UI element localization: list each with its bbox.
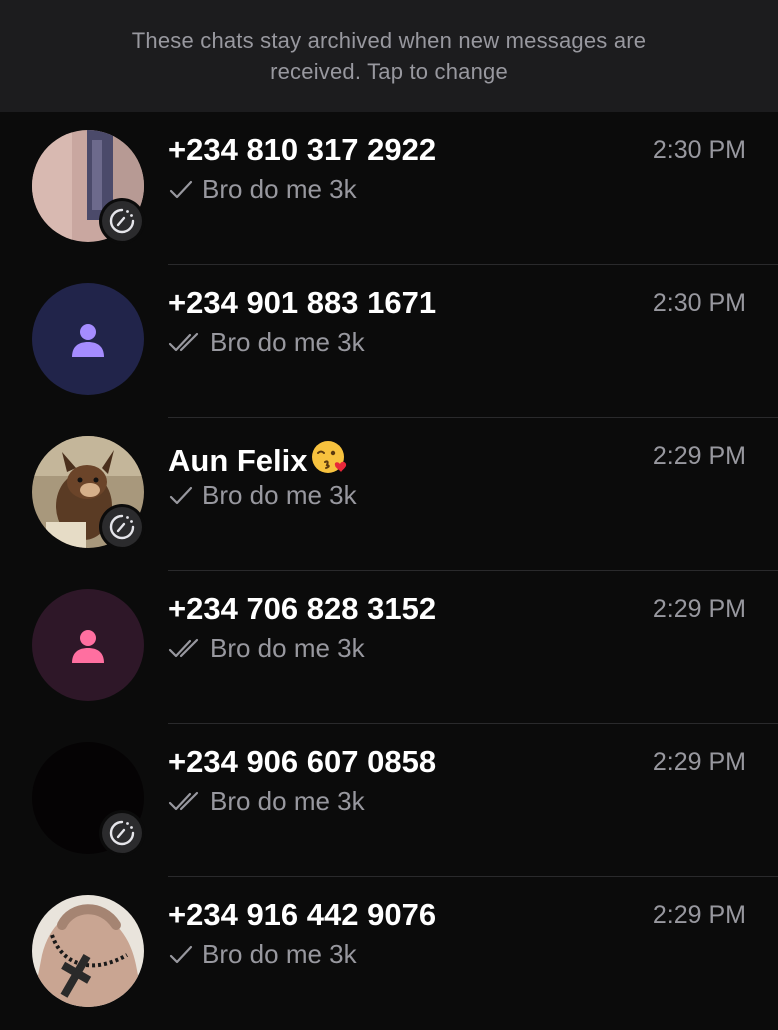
chat-preview-text: Bro do me 3k	[210, 633, 365, 663]
chat-time: 2:29 PM	[652, 442, 746, 470]
chat-name: +234 906 607 0858	[168, 744, 437, 779]
kissing-face-emoji-icon	[310, 438, 348, 484]
avatar	[32, 895, 144, 1007]
archive-info-text: These chats stay archived when new messa…	[131, 28, 647, 84]
chat-preview: Bro do me 3k	[168, 786, 365, 817]
chat-preview-text: Bro do me 3k	[202, 480, 357, 510]
chat-row[interactable]: +234 810 317 2922 2:30 PM Bro do me 3k	[0, 112, 778, 265]
archive-info-banner[interactable]: These chats stay archived when new messa…	[0, 0, 778, 112]
person-icon	[72, 630, 104, 663]
chat-name: +234 810 317 2922	[168, 132, 437, 167]
single-check-icon	[168, 179, 194, 201]
status-icon	[99, 504, 145, 550]
person-icon	[72, 324, 104, 357]
chat-preview-text: Bro do me 3k	[210, 327, 365, 357]
chat-preview: Bro do me 3k	[168, 633, 365, 664]
avatar	[32, 589, 144, 701]
single-check-icon	[168, 944, 194, 966]
double-check-icon	[168, 791, 202, 813]
chat-row[interactable]: +234 706 828 3152 2:29 PM Bro do me 3k	[0, 571, 778, 724]
chat-time: 2:30 PM	[652, 136, 746, 164]
chat-preview: Bro do me 3k	[168, 480, 357, 511]
status-icon	[99, 810, 145, 856]
single-check-icon	[168, 485, 194, 507]
chat-preview: Bro do me 3k	[168, 939, 357, 970]
chat-list: +234 810 317 2922 2:30 PM Bro do me 3k +…	[0, 112, 778, 1030]
chat-preview-text: Bro do me 3k	[210, 786, 365, 816]
chat-time: 2:30 PM	[652, 289, 746, 317]
chat-preview-text: Bro do me 3k	[202, 939, 357, 969]
chat-time: 2:29 PM	[652, 748, 746, 776]
chat-row[interactable]: +234 901 883 1671 2:30 PM Bro do me 3k	[0, 265, 778, 418]
chat-row[interactable]: +234 906 607 0858 2:29 PM Bro do me 3k	[0, 724, 778, 877]
chat-preview-text: Bro do me 3k	[202, 174, 357, 204]
chat-name: +234 706 828 3152	[168, 591, 437, 626]
chat-name: Aun Felix	[168, 438, 348, 484]
chat-name-text: Aun Felix	[168, 443, 308, 478]
chat-name: +234 916 442 9076	[168, 897, 437, 932]
chat-name: +234 901 883 1671	[168, 285, 437, 320]
chat-row[interactable]: +234 916 442 9076 2:29 PM Bro do me 3k	[0, 877, 778, 1030]
chat-preview: Bro do me 3k	[168, 327, 365, 358]
double-check-icon	[168, 638, 202, 660]
chat-time: 2:29 PM	[652, 901, 746, 929]
status-icon	[99, 198, 145, 244]
double-check-icon	[168, 332, 202, 354]
chat-time: 2:29 PM	[652, 595, 746, 623]
avatar	[32, 283, 144, 395]
chat-row[interactable]: Aun Felix 2:29 PM Bro do me 3k	[0, 418, 778, 571]
chat-preview: Bro do me 3k	[168, 174, 357, 205]
